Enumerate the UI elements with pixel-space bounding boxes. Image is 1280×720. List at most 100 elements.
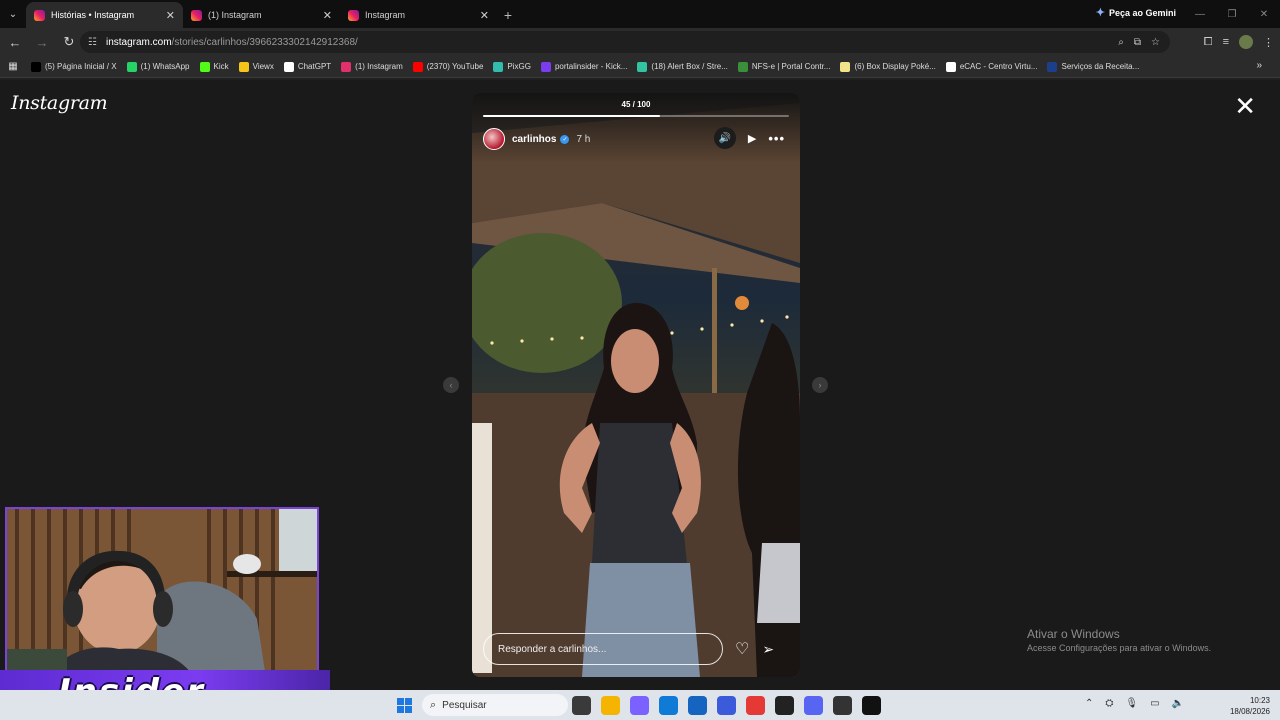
bookmark-item[interactable]: (18) Alert Box / Stre... bbox=[632, 61, 732, 72]
bookmark-item[interactable]: (5) Página Inicial / X bbox=[26, 61, 122, 72]
media-control-icon[interactable]: ≡ bbox=[1223, 36, 1229, 48]
tab-title: Histórias • Instagram bbox=[51, 10, 135, 20]
volume-icon[interactable]: 🔈 bbox=[1172, 698, 1184, 709]
discord-icon[interactable] bbox=[804, 696, 823, 715]
tab-stories[interactable]: Histórias • Instagram ✕ bbox=[26, 2, 183, 28]
windows-activation-watermark: Ativar o Windows Acesse Configurações pa… bbox=[1027, 627, 1211, 653]
bookmark-label: (18) Alert Box / Stre... bbox=[651, 62, 728, 71]
bookmark-item[interactable]: Viewx bbox=[234, 61, 279, 72]
bookmark-item[interactable]: Serviços da Receita... bbox=[1042, 61, 1144, 72]
reply-input[interactable]: Responder a carlinhos... bbox=[483, 633, 723, 665]
story-progress-fill bbox=[483, 115, 661, 117]
store-icon[interactable] bbox=[688, 696, 707, 715]
previous-story-icon[interactable]: ‹ bbox=[443, 377, 459, 393]
profile-avatar[interactable] bbox=[1239, 35, 1253, 49]
bookmark-item[interactable]: PixGG bbox=[488, 61, 536, 72]
windows-taskbar: ⌕ Pesquisar ⌃ ⛭ 🎙 ▭ 🔈 10:23 18/08/2026 bbox=[0, 690, 1280, 720]
play-icon[interactable]: ▶ bbox=[748, 132, 756, 145]
instagram-favicon-icon bbox=[348, 9, 359, 21]
gemini-label: Peça ao Gemini bbox=[1108, 7, 1176, 18]
reload-icon[interactable]: ↻ bbox=[57, 30, 81, 54]
instagram-favicon-icon bbox=[191, 9, 202, 21]
maximize-icon[interactable]: ❐ bbox=[1216, 0, 1248, 28]
bookmark-item[interactable]: (6) Box Display Poké... bbox=[835, 61, 940, 72]
window-close-icon[interactable]: ✕ bbox=[1248, 0, 1280, 28]
obs-icon[interactable] bbox=[833, 696, 852, 715]
bookmark-label: (2370) YouTube bbox=[426, 62, 484, 71]
toolbar-right: ⧠ ≡ ⋮ bbox=[1204, 28, 1274, 56]
bookmark-item[interactable]: ChatGPT bbox=[279, 61, 336, 72]
site-info-icon[interactable]: ☷ bbox=[88, 37, 97, 48]
forward-arrow-icon[interactable]: → bbox=[30, 30, 54, 54]
bookmark-favicon-icon bbox=[341, 61, 352, 72]
bookmark-star-icon[interactable]: ☆ bbox=[1151, 37, 1160, 48]
network-icon[interactable]: ⛭ bbox=[1105, 698, 1113, 709]
more-options-icon[interactable]: ••• bbox=[768, 131, 785, 146]
file-explorer-icon[interactable] bbox=[601, 696, 620, 715]
taskbar-clock[interactable]: 10:23 18/08/2026 bbox=[1230, 695, 1270, 717]
tab-search-chevron-icon[interactable]: ⌄ bbox=[0, 0, 26, 28]
bookmark-label: eCAC - Centro Virtu... bbox=[959, 62, 1038, 71]
instagram-logo[interactable]: Instagram bbox=[11, 92, 108, 114]
story-controls: 🔊 ▶ ••• bbox=[713, 127, 785, 149]
tab-close-icon[interactable]: ✕ bbox=[323, 9, 332, 22]
bookmark-item[interactable]: eCAC - Centro Virtu... bbox=[941, 61, 1043, 72]
bookmark-favicon-icon bbox=[1047, 61, 1058, 72]
bookmark-item[interactable]: NFS-e | Portal Contr... bbox=[733, 61, 836, 72]
capcut-alt-icon[interactable] bbox=[862, 696, 881, 715]
bookmark-item[interactable]: (1) WhatsApp bbox=[122, 61, 195, 72]
capcut-icon[interactable] bbox=[775, 696, 794, 715]
bookmark-item[interactable]: Kick bbox=[195, 61, 234, 72]
story-viewer[interactable]: 45 / 100 carlinhos ✓ 7 h 🔊 ▶ ••• Respond… bbox=[472, 93, 800, 677]
new-tab-button[interactable]: + bbox=[497, 2, 519, 28]
send-share-icon[interactable]: ➢ bbox=[762, 641, 774, 658]
bookmark-label: PixGG bbox=[507, 62, 531, 71]
taskbar-search[interactable]: ⌕ Pesquisar bbox=[422, 694, 568, 716]
copilot-icon[interactable] bbox=[630, 696, 649, 715]
gemini-button[interactable]: ✦ Peça ao Gemini bbox=[1096, 6, 1176, 19]
story-user-avatar[interactable] bbox=[483, 128, 505, 150]
bookmark-favicon-icon bbox=[637, 61, 648, 72]
task-view-icon[interactable] bbox=[572, 696, 591, 715]
like-heart-icon[interactable]: ♡ bbox=[735, 639, 749, 659]
browser-menu-icon[interactable]: ⋮ bbox=[1263, 36, 1274, 49]
more-bookmarks-icon[interactable]: » bbox=[1256, 60, 1262, 71]
tab-close-icon[interactable]: ✕ bbox=[166, 9, 175, 22]
tray-chevron-icon[interactable]: ⌃ bbox=[1085, 698, 1093, 709]
bookmark-favicon-icon bbox=[283, 61, 294, 72]
gemini-sparkle-icon: ✦ bbox=[1095, 7, 1105, 19]
next-story-icon[interactable]: › bbox=[812, 377, 828, 393]
bookmark-list: (5) Página Inicial / X (1) WhatsApp Kick Vi… bbox=[26, 61, 1144, 72]
bookmark-favicon-icon bbox=[945, 61, 956, 72]
taskbar-apps bbox=[572, 696, 881, 715]
windows-start-icon[interactable] bbox=[397, 698, 412, 713]
minimize-icon[interactable]: — bbox=[1184, 0, 1216, 28]
zoom-icon[interactable]: ⌕ bbox=[1118, 37, 1124, 48]
tab-title: (1) Instagram bbox=[208, 10, 262, 20]
back-arrow-icon[interactable]: ← bbox=[3, 30, 27, 54]
story-username[interactable]: carlinhos bbox=[512, 134, 556, 145]
display-icon[interactable]: ▭ bbox=[1150, 698, 1159, 709]
tab-close-icon[interactable]: ✕ bbox=[480, 9, 489, 22]
story-progress-bar bbox=[483, 115, 789, 117]
outlook-icon[interactable] bbox=[717, 696, 736, 715]
search-placeholder: Pesquisar bbox=[442, 699, 487, 711]
bookmark-label: ChatGPT bbox=[297, 62, 332, 71]
close-stories-icon[interactable]: ✕ bbox=[1234, 93, 1256, 119]
edge-icon[interactable] bbox=[659, 696, 678, 715]
tab-instagram-2[interactable]: Instagram ✕ bbox=[340, 2, 497, 28]
tab-instagram-1[interactable]: (1) Instagram ✕ bbox=[183, 2, 340, 28]
extensions-icon[interactable]: ⧠ bbox=[1204, 36, 1213, 49]
bookmark-item[interactable]: (1) Instagram bbox=[336, 61, 408, 72]
bookmark-item[interactable]: portalinsider - Kick... bbox=[536, 61, 632, 72]
chrome-icon[interactable] bbox=[746, 696, 765, 715]
bookmark-item[interactable]: (2370) YouTube bbox=[408, 61, 489, 72]
apps-grid-icon[interactable]: ▦ bbox=[0, 61, 26, 72]
microphone-icon[interactable]: 🎙 bbox=[1125, 698, 1138, 709]
install-app-icon[interactable]: ⧉ bbox=[1134, 37, 1141, 48]
sound-on-icon[interactable]: 🔊 bbox=[713, 127, 736, 149]
story-counter: 45 / 100 bbox=[621, 100, 651, 109]
address-bar[interactable]: ☷ instagram.com/stories/carlinhos/396623… bbox=[80, 31, 1170, 53]
bookmark-label: (6) Box Display Poké... bbox=[854, 62, 936, 71]
activate-subtitle: Acesse Configurações para ativar o Windo… bbox=[1027, 643, 1212, 653]
